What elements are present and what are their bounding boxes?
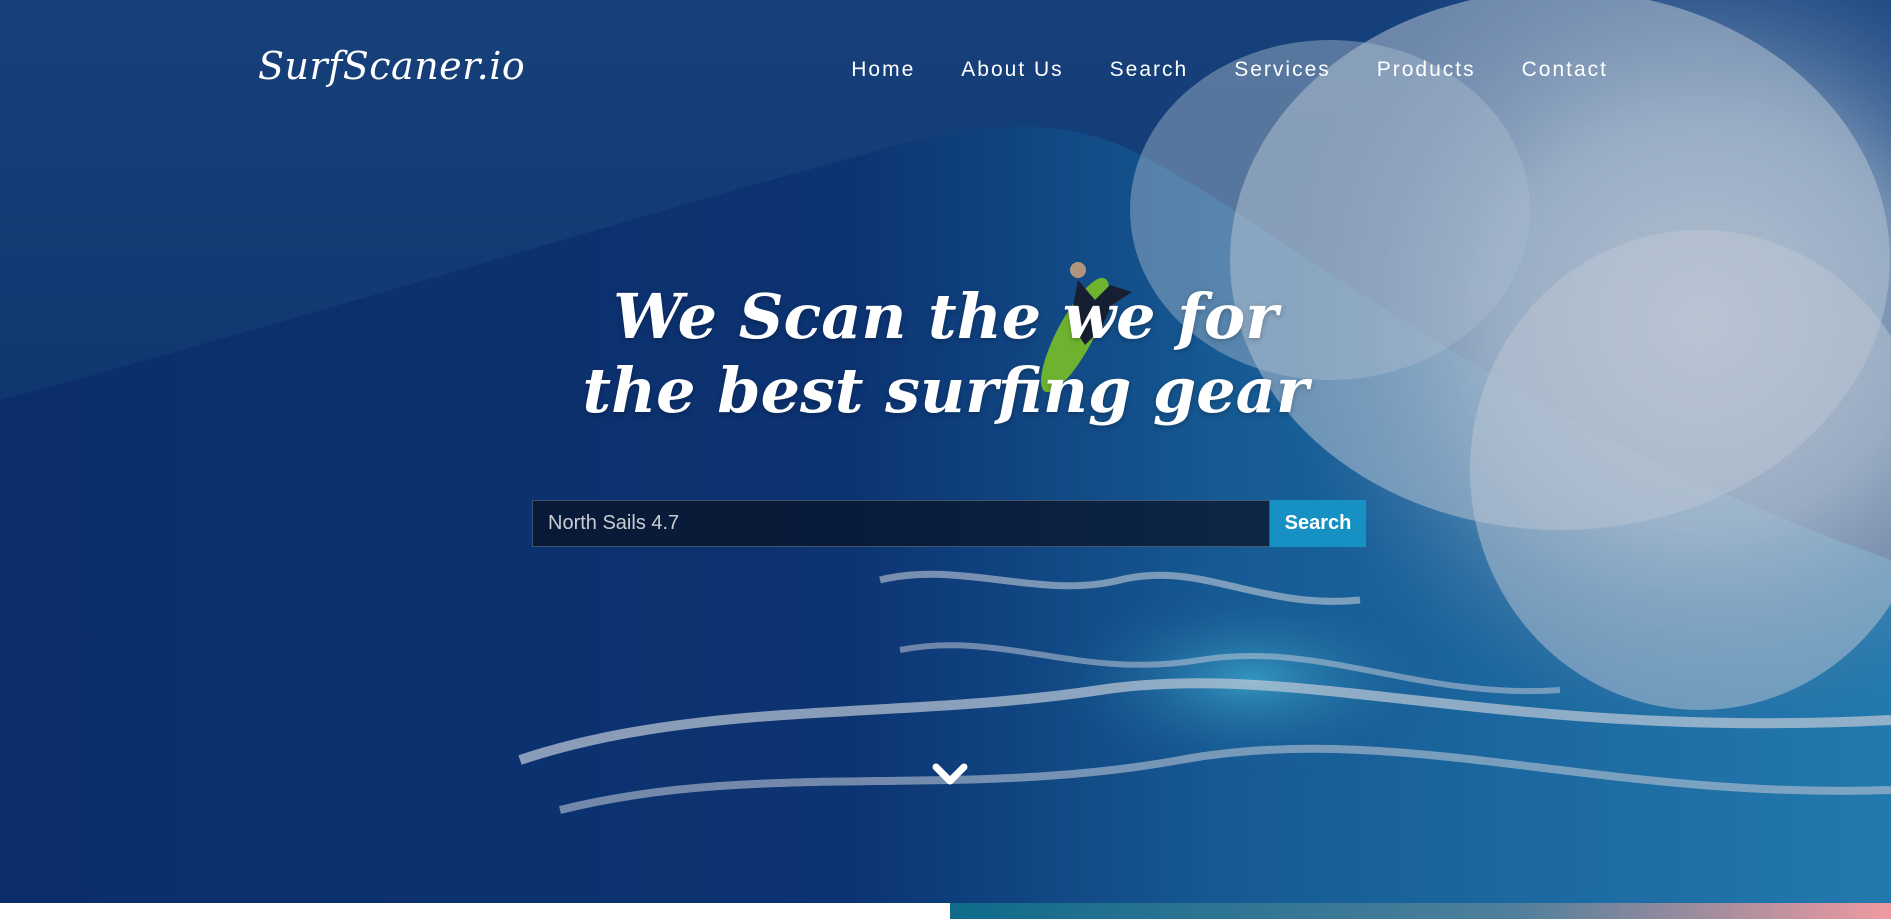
nav-item-contact[interactable]: Contact	[1522, 58, 1608, 82]
nav-item-search[interactable]: Search	[1110, 58, 1189, 82]
search-button[interactable]: Search	[1270, 500, 1366, 547]
hero-headline-line-2: the best surfing gear	[582, 354, 1309, 427]
hero-section: SurfScaner.io Home About Us Search Servi…	[0, 0, 1891, 919]
hero-headline-line-1: We Scan the we for	[613, 280, 1278, 353]
nav-item-products[interactable]: Products	[1377, 58, 1476, 82]
top-navigation: SurfScaner.io Home About Us Search Servi…	[0, 0, 1891, 146]
nav-item-services[interactable]: Services	[1234, 58, 1331, 82]
nav-item-home[interactable]: Home	[851, 58, 915, 82]
nav-item-about-us[interactable]: About Us	[961, 58, 1063, 82]
search-form: Search	[532, 500, 1366, 547]
chevron-down-icon[interactable]	[930, 757, 970, 791]
nav-menu: Home About Us Search Services Products C…	[851, 58, 1608, 82]
site-logo[interactable]: SurfScaner.io	[258, 44, 525, 88]
hero-headline: We Scan the we for the best surfing gear	[0, 280, 1891, 428]
search-input[interactable]	[532, 500, 1270, 547]
